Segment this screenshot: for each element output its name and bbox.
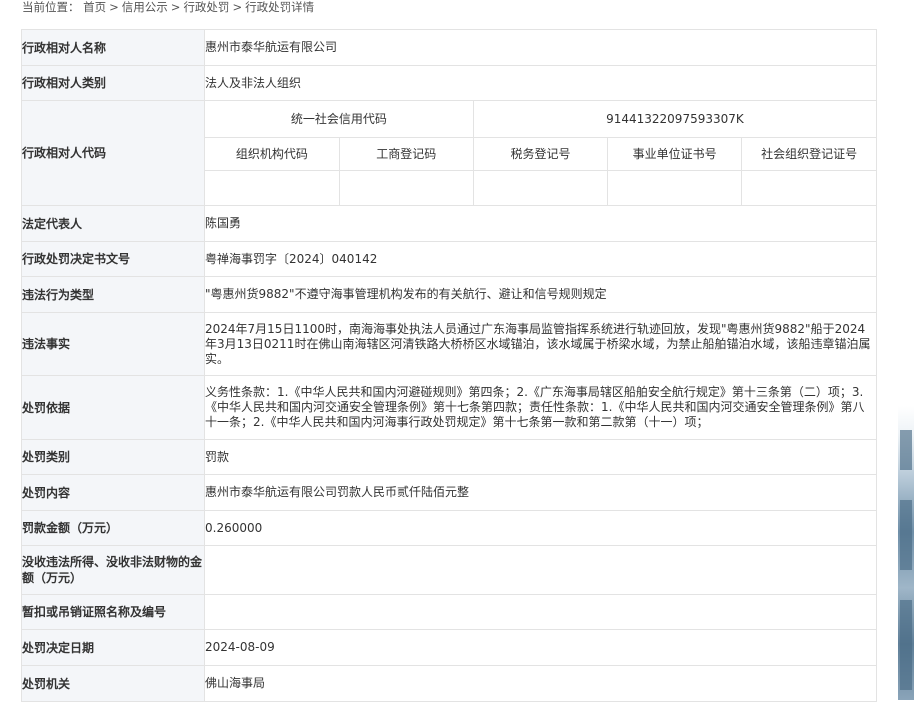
breadcrumb-label: 当前位置： (22, 0, 80, 14)
name-label: 行政相对人名称 (21, 29, 205, 66)
row-basis: 处罚依据 义务性条款：1.《中华人民共和国内河避碰规则》第四条；2.《广东海事局… (21, 375, 877, 440)
credit-code-label: 统一社会信用代码 (205, 101, 474, 138)
breadcrumb-current: 行政处罚详情 (245, 0, 315, 14)
fine-amount-label: 罚款金额（万元） (21, 510, 205, 546)
org-code-header: 组织机构代码 (205, 136, 340, 171)
category-label: 行政相对人类别 (21, 65, 205, 101)
row-penalty-type: 处罚类别 罚款 (21, 439, 877, 475)
violation-fact-value: 2024年7月15日1100时，南海海事处执法人员通过广东海事局监管指挥系统进行… (204, 312, 877, 376)
code-label: 行政相对人代码 (21, 100, 205, 206)
confiscation-value (204, 545, 877, 595)
breadcrumb-penalty-link[interactable]: 行政处罚 (183, 0, 229, 14)
breadcrumb-credit-link[interactable]: 信用公示 (122, 0, 168, 14)
legal-rep-label: 法定代表人 (21, 205, 205, 242)
business-reg-value (338, 169, 474, 205)
basis-label: 处罚依据 (21, 375, 205, 440)
breadcrumb-separator: > (232, 0, 243, 14)
decision-no-value: 粤禅海事罚字〔2024〕040142 (204, 241, 877, 277)
institution-cert-header: 事业单位证书号 (607, 136, 743, 171)
code-cell: 统一社会信用代码 91441322097593307K 组织机构代码 工商登记码… (204, 100, 877, 206)
row-legal-rep: 法定代表人 陈国勇 (21, 205, 877, 242)
basis-value: 义务性条款：1.《中华人民共和国内河避碰规则》第四条；2.《广东海事局辖区船舶安… (204, 375, 877, 440)
confiscation-label: 没收违法所得、没收非法财物的金额（万元） (21, 545, 205, 595)
violation-type-value: "粤惠州货9882"不遵守海事管理机构发布的有关航行、避让和信号规则规定 (204, 276, 877, 313)
breadcrumb-home-link[interactable]: 首页 (83, 0, 106, 14)
row-confiscation: 没收违法所得、没收非法财物的金额（万元） (21, 545, 877, 595)
institution-cert-value (607, 169, 743, 205)
license-label: 暂扣或吊销证照名称及编号 (21, 594, 205, 630)
authority-label: 处罚机关 (21, 665, 205, 702)
tax-reg-value (472, 169, 609, 205)
row-authority: 处罚机关 佛山海事局 (21, 665, 877, 702)
legal-rep-value: 陈国勇 (204, 205, 877, 242)
category-value: 法人及非法人组织 (204, 65, 877, 101)
row-decision-date: 处罚决定日期 2024-08-09 (21, 629, 877, 666)
decision-no-label: 行政处罚决定书文号 (21, 241, 205, 277)
row-decision-no: 行政处罚决定书文号 粤禅海事罚字〔2024〕040142 (21, 241, 877, 277)
row-penalty-content: 处罚内容 惠州市泰华航运有限公司罚款人民币贰仟陆佰元整 (21, 474, 877, 511)
breadcrumb: 当前位置： 首页 > 信用公示 > 行政处罚 > 行政处罚详情 (22, 0, 314, 16)
decision-date-label: 处罚决定日期 (21, 629, 205, 666)
row-violation-type: 违法行为类型 "粤惠州货9882"不遵守海事管理机构发布的有关航行、避让和信号规… (21, 276, 877, 313)
social-org-value (741, 169, 876, 205)
credit-code-value: 91441322097593307K (472, 101, 876, 138)
org-code-value (205, 169, 340, 205)
row-license: 暂扣或吊销证照名称及编号 (21, 594, 877, 630)
license-value (204, 594, 877, 630)
penalty-type-value: 罚款 (204, 439, 877, 475)
breadcrumb-separator: > (109, 0, 119, 14)
social-org-header: 社会组织登记证号 (741, 136, 876, 171)
decision-date-value: 2024-08-09 (204, 629, 877, 666)
violation-type-label: 违法行为类型 (21, 276, 205, 313)
code-subtable: 统一社会信用代码 91441322097593307K 组织机构代码 工商登记码… (205, 101, 876, 205)
penalty-type-label: 处罚类别 (21, 439, 205, 475)
fine-amount-value: 0.260000 (204, 510, 877, 546)
name-value: 惠州市泰华航运有限公司 (204, 29, 877, 66)
row-category: 行政相对人类别 法人及非法人组织 (21, 65, 877, 101)
penalty-detail-table: 行政相对人名称 惠州市泰华航运有限公司 行政相对人类别 法人及非法人组织 行政相… (21, 29, 877, 702)
background-decoration (898, 0, 914, 700)
tax-reg-header: 税务登记号 (472, 136, 609, 171)
authority-value: 佛山海事局 (204, 665, 877, 702)
violation-fact-label: 违法事实 (21, 312, 205, 376)
penalty-content-label: 处罚内容 (21, 474, 205, 511)
business-reg-header: 工商登记码 (338, 136, 474, 171)
row-code: 行政相对人代码 统一社会信用代码 91441322097593307K 组织机构… (21, 100, 877, 206)
penalty-content-value: 惠州市泰华航运有限公司罚款人民币贰仟陆佰元整 (204, 474, 877, 511)
row-violation-fact: 违法事实 2024年7月15日1100时，南海海事处执法人员通过广东海事局监管指… (21, 312, 877, 376)
breadcrumb-separator: > (170, 0, 181, 14)
row-name: 行政相对人名称 惠州市泰华航运有限公司 (21, 29, 877, 66)
row-fine-amount: 罚款金额（万元） 0.260000 (21, 510, 877, 546)
